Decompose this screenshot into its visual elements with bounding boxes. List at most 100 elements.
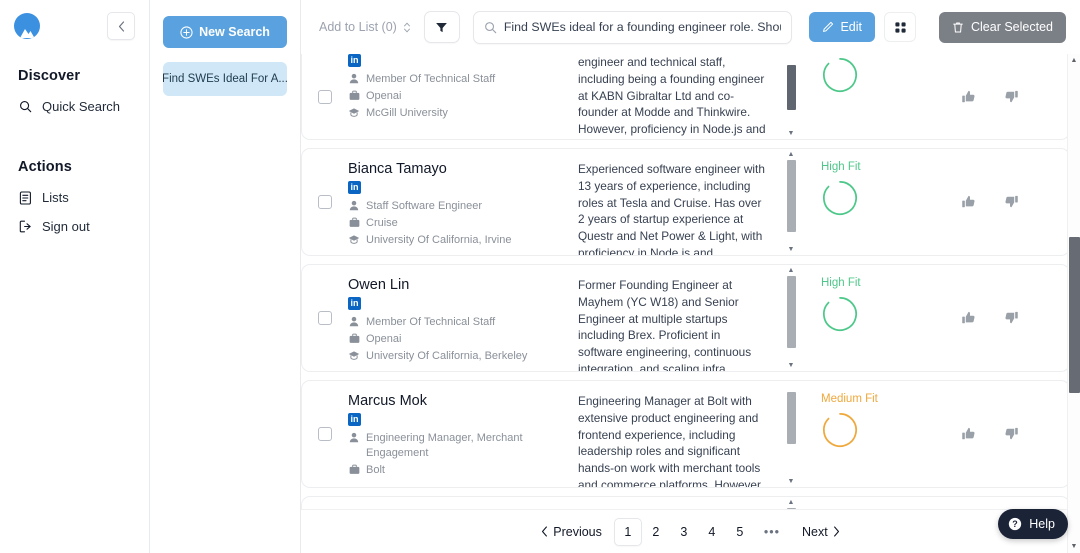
- candidate-company: Cruise: [366, 217, 398, 230]
- sidebar-item-lists[interactable]: Lists: [0, 183, 149, 212]
- candidate-title: Staff Software Engineer: [366, 200, 482, 213]
- fit-score-cell: Medium Fit: [799, 381, 949, 487]
- funnel-filter-icon: [435, 21, 448, 34]
- scroll-up-arrow-icon[interactable]: ▲: [788, 499, 795, 506]
- vote-cell: [949, 54, 1069, 139]
- sidebar-collapse-button[interactable]: [107, 12, 135, 40]
- row-scroll-track[interactable]: [786, 160, 796, 244]
- table-row[interactable]: in Member Of Technical Staff Openai McGi…: [301, 54, 1070, 140]
- chevron-right-icon: [833, 526, 840, 537]
- pagination-page-4[interactable]: 4: [698, 518, 726, 546]
- page-scroll-up-arrow-icon[interactable]: ▲: [1071, 54, 1078, 67]
- scroll-down-arrow-icon[interactable]: ▼: [788, 478, 795, 485]
- fit-label: High Fit: [821, 277, 861, 289]
- clear-selected-button[interactable]: Clear Selected: [939, 11, 1066, 43]
- sidebar-item-quick-search[interactable]: Quick Search: [0, 92, 149, 121]
- linkedin-icon[interactable]: in: [348, 54, 361, 67]
- svg-text:?: ?: [1013, 519, 1018, 529]
- row-checkbox[interactable]: [318, 311, 332, 325]
- pagination-page-1[interactable]: 1: [613, 517, 642, 546]
- candidate-education: University Of California, Irvine: [366, 234, 512, 247]
- pagination-previous-button[interactable]: Previous: [529, 519, 614, 545]
- scroll-down-arrow-icon[interactable]: ▼: [788, 130, 795, 137]
- add-to-list-dropdown[interactable]: Add to List (0): [315, 14, 415, 40]
- row-scrollbar[interactable]: ▲ ▼: [783, 54, 799, 139]
- candidate-title-line: Staff Software Engineer: [348, 199, 578, 214]
- row-scroll-track[interactable]: [786, 65, 796, 128]
- main-content: Add to List (0) Find SWEs ideal for a fo…: [301, 0, 1080, 553]
- trash-icon: [952, 21, 964, 34]
- candidate-summary: Former Founding Engineer at Mayhem (YC W…: [578, 278, 752, 371]
- grid-view-icon: [894, 21, 907, 34]
- table-row[interactable]: Owen Lin in Member Of Technical Staff Op…: [301, 264, 1070, 372]
- scroll-down-arrow-icon[interactable]: ▼: [788, 246, 795, 253]
- page-scrollbar[interactable]: ▲ ▼: [1067, 54, 1080, 553]
- scroll-down-arrow-icon[interactable]: ▼: [788, 362, 795, 369]
- candidate-title: Engineering Manager, Merchant Engagement: [366, 432, 523, 460]
- candidate-name[interactable]: Marcus Mok: [348, 393, 578, 410]
- table-row[interactable]: Marcus Mok in Engineering Manager, Merch…: [301, 380, 1070, 488]
- row-scroll-thumb[interactable]: [786, 276, 796, 349]
- candidate-name[interactable]: Owen Lin: [348, 277, 578, 294]
- sidebar: Discover Quick Search Actions Lists Sign…: [0, 0, 150, 553]
- question-mark-circle-icon: ?: [1008, 517, 1022, 531]
- thumbs-up-icon[interactable]: [961, 194, 977, 210]
- row-scroll-thumb[interactable]: [786, 160, 796, 233]
- thumbs-down-icon[interactable]: [1003, 194, 1019, 210]
- row-scrollbar[interactable]: ▲ ▼: [783, 381, 799, 487]
- thumbs-down-icon[interactable]: [1003, 310, 1019, 326]
- saved-search-item[interactable]: Find SWEs Ideal For A...: [163, 62, 287, 96]
- row-scroll-thumb[interactable]: [786, 392, 796, 445]
- row-scrollbar[interactable]: ▲ ▼: [783, 265, 799, 371]
- candidate-education: McGill University: [366, 106, 448, 119]
- grid-view-button[interactable]: [884, 12, 916, 42]
- new-search-label: New Search: [199, 25, 270, 39]
- page-scroll-track[interactable]: [1068, 67, 1080, 540]
- thumbs-up-icon[interactable]: [961, 89, 977, 105]
- row-scrollbar[interactable]: ▲ ▼: [783, 149, 799, 255]
- row-checkbox[interactable]: [318, 427, 332, 441]
- pagination-page-3[interactable]: 3: [670, 518, 698, 546]
- pagination-bar: Previous 1 2 3 4 5 ••• Next: [301, 509, 1080, 553]
- results-list: in Member Of Technical Staff Openai McGi…: [301, 54, 1080, 553]
- chevron-left-icon: [541, 526, 548, 537]
- candidate-name[interactable]: Bianca Tamayo: [348, 161, 578, 178]
- search-input-wrapper[interactable]: [472, 10, 793, 44]
- linkedin-icon[interactable]: in: [348, 181, 361, 195]
- fit-score-cell: High Fit: [799, 265, 949, 371]
- row-scroll-track[interactable]: [786, 276, 796, 360]
- fit-score-spinner-icon: [823, 180, 857, 215]
- pagination-next-button[interactable]: Next: [790, 519, 852, 545]
- sidebar-item-sign-out[interactable]: Sign out: [0, 212, 149, 241]
- candidate-education-line: University Of California, Berkeley: [348, 349, 578, 364]
- graduation-cap-icon: [348, 233, 360, 246]
- help-button[interactable]: ? Help: [998, 509, 1068, 539]
- pagination-page-5[interactable]: 5: [726, 518, 754, 546]
- pagination-page-2[interactable]: 2: [642, 518, 670, 546]
- page-scroll-down-arrow-icon[interactable]: ▼: [1071, 540, 1078, 553]
- row-scroll-thumb[interactable]: [786, 65, 796, 111]
- table-row[interactable]: Bianca Tamayo in Staff Software Engineer…: [301, 148, 1070, 256]
- scroll-up-arrow-icon[interactable]: ▲: [788, 267, 795, 274]
- row-checkbox[interactable]: [318, 195, 332, 209]
- row-checkbox[interactable]: [318, 89, 332, 104]
- vote-cell: [949, 381, 1069, 487]
- filter-button[interactable]: [423, 11, 460, 43]
- edit-button[interactable]: Edit: [809, 12, 875, 42]
- search-input[interactable]: [503, 20, 782, 34]
- thumbs-up-icon[interactable]: [961, 426, 977, 442]
- thumbs-up-icon[interactable]: [961, 310, 977, 326]
- linkedin-icon[interactable]: in: [348, 413, 361, 427]
- candidate-title-line: Engineering Manager, Merchant Engagement: [348, 431, 578, 461]
- row-scroll-track[interactable]: [786, 392, 796, 476]
- page-scroll-thumb[interactable]: [1068, 237, 1080, 394]
- linkedin-icon[interactable]: in: [348, 297, 361, 311]
- new-search-button[interactable]: New Search: [163, 16, 287, 48]
- briefcase-icon: [348, 216, 360, 229]
- scroll-up-arrow-icon[interactable]: ▲: [788, 151, 795, 158]
- thumbs-down-icon[interactable]: [1003, 89, 1019, 105]
- thumbs-down-icon[interactable]: [1003, 426, 1019, 442]
- candidate-summary: engineer and technical staff, including …: [578, 55, 766, 139]
- pagination-next-label: Next: [802, 524, 828, 539]
- graduation-cap-icon: [348, 349, 360, 362]
